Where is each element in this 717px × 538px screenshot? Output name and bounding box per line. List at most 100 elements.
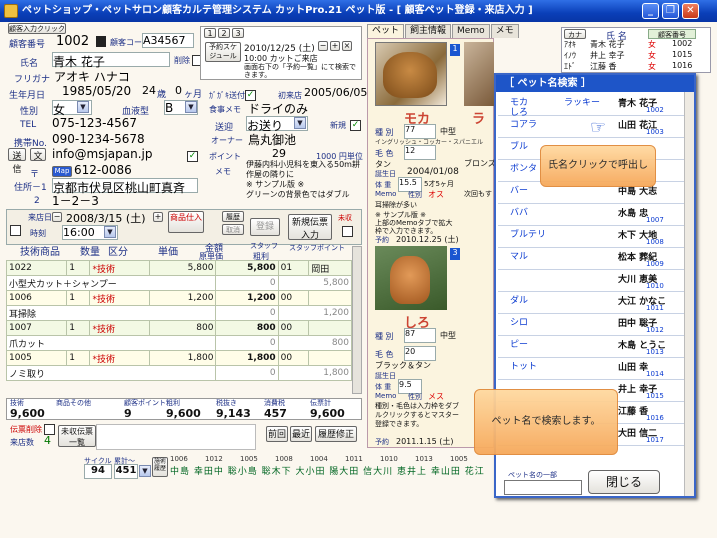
customer-input-button[interactable]: 顧客入力クリック <box>8 23 66 34</box>
new-slip-button[interactable]: 新規伝票入力 <box>288 214 332 241</box>
treatment-history-button[interactable]: 施術履歴 <box>152 457 168 477</box>
cell-code[interactable]: 1022 <box>5 260 68 276</box>
cell-amount[interactable]: 5,800 <box>215 260 279 276</box>
reservation-tab-3[interactable]: 3 <box>232 28 244 38</box>
reservation-tab-2[interactable]: 2 <box>218 28 230 38</box>
cell-staff[interactable]: 00 <box>277 350 310 366</box>
history-edit-button[interactable]: 履歴修正 <box>315 426 357 442</box>
goods-purchase-button[interactable]: 商品仕入 <box>168 211 204 233</box>
kana-tab[interactable]: カナ <box>564 29 586 39</box>
cell-code[interactable]: 1006 <box>5 290 68 306</box>
row-owner-name[interactable]: 水島 忠 <box>618 206 648 219</box>
cell-kind[interactable]: *技術 <box>89 260 150 276</box>
reservation-clear-button[interactable]: × <box>342 41 352 51</box>
name-field[interactable]: 青木 花子 <box>52 52 170 69</box>
history-code[interactable]: 1005 <box>450 455 485 463</box>
pet-search-row[interactable]: モカ しろ ラッキー 青木 花子 1002 <box>498 94 684 118</box>
food-field[interactable]: ドライのみ <box>248 100 308 117</box>
customer-list-row[interactable]: ｴﾄﾞ 江藤 香 女 1016 <box>562 61 710 72</box>
cell-staff[interactable]: 00 <box>277 320 310 336</box>
pet-search-row[interactable]: マル 松本 葬紀 1009 <box>498 248 684 270</box>
chevron-down-icon[interactable]: ▼ <box>294 117 306 129</box>
cell-price[interactable]: 5,800 <box>148 260 217 276</box>
history-code[interactable]: 1012 <box>205 455 240 463</box>
chevron-down-icon[interactable]: ▼ <box>139 465 151 477</box>
product-row[interactable]: 1006 1 *技術 1,200 1,200 00 <box>5 290 352 306</box>
customer-code-field[interactable]: A34567 <box>142 33 194 48</box>
register-button[interactable]: 登録 <box>250 218 280 236</box>
minimize-button[interactable]: _ <box>642 3 659 19</box>
reservation-plus-button[interactable]: + <box>330 41 340 51</box>
row-pet[interactable]: ブルテリ <box>510 227 546 240</box>
pet-search-row[interactable]: ダル 大江 かなこ 1011 <box>498 292 684 314</box>
cell-price[interactable]: 800 <box>148 320 217 336</box>
owner-field[interactable]: 鳥丸御池 <box>248 131 296 148</box>
history-button[interactable]: 履歴 <box>222 211 244 222</box>
pet3-kind-select[interactable]: 87 <box>404 328 436 343</box>
kana-field[interactable]: アオキ ハナコ <box>54 68 130 85</box>
pet-name-search-input[interactable] <box>504 480 582 495</box>
product-scrollbar[interactable] <box>352 246 362 394</box>
pet3-color-select[interactable]: 20 <box>404 346 436 361</box>
visit-minus-button[interactable]: − <box>52 212 62 222</box>
close-button[interactable]: ✕ <box>682 3 699 19</box>
cell-sname[interactable] <box>308 290 352 306</box>
pet-tab[interactable]: 飼主情報 <box>405 24 452 38</box>
history-code[interactable]: 1006 <box>170 455 205 463</box>
cell-qty[interactable]: 1 <box>66 350 91 366</box>
cell-sname[interactable] <box>308 320 352 336</box>
chevron-down-icon[interactable]: ▼ <box>185 101 197 113</box>
pet-tab[interactable]: メモ <box>490 24 519 38</box>
row-pet[interactable]: ババ <box>510 205 528 218</box>
recent-button[interactable]: 最近 <box>290 426 312 442</box>
cell-kind[interactable]: *技術 <box>89 350 150 366</box>
prev-button[interactable]: 前回 <box>266 426 288 442</box>
row-pet[interactable]: シロ <box>510 315 528 328</box>
email-field[interactable]: info@msjapan.jp <box>52 147 152 161</box>
pet-search-row[interactable]: 大川 恵美 1010 <box>498 270 684 292</box>
pet2-photo[interactable] <box>464 42 494 106</box>
pet3-reserve[interactable]: 2011.1.15 (土) <box>396 436 454 447</box>
customer-memo[interactable]: 伊藤内科小児科を東入る50m耕作屋の隣りに ※ サンプル版 ※ グリーンの背景色… <box>246 160 360 204</box>
zip-field[interactable]: 612-0086 <box>74 163 132 177</box>
visit-date-field[interactable]: 2008/3/15 (土) <box>66 210 145 226</box>
customer-list-row[interactable]: ｲﾉｳ 井上 幸子 女 1015 <box>562 50 710 61</box>
mobile-field[interactable]: 090-1234-5678 <box>52 132 145 146</box>
pet3-sex[interactable]: メス <box>428 391 444 402</box>
unpaid-list-button[interactable]: 未収伝票一覧 <box>58 425 96 447</box>
row-owner-name[interactable]: 山田 幸 <box>618 360 648 373</box>
cell-code[interactable]: 1007 <box>5 320 68 336</box>
map-button[interactable]: Map <box>52 166 72 177</box>
product-row[interactable]: 1005 1 *技術 1,800 1,800 00 <box>5 350 352 366</box>
reservation-minus-button[interactable]: − <box>318 41 328 51</box>
pet-search-row[interactable]: シロ 田中 聡子 1012 <box>498 314 684 336</box>
cell-kind[interactable]: *技術 <box>89 290 150 306</box>
product-row[interactable]: 1007 1 *技術 800 800 00 <box>5 320 352 336</box>
addr2-field[interactable]: 1－2－3 <box>52 192 99 209</box>
reservation-schedule-button[interactable]: 予約スケジュール <box>205 42 241 62</box>
pet-tab[interactable]: Memo <box>452 24 490 38</box>
cell-staff[interactable]: 00 <box>277 290 310 306</box>
chevron-down-icon[interactable]: ▼ <box>104 226 116 238</box>
cell-amount[interactable]: 1,800 <box>215 350 279 366</box>
pet-search-row[interactable]: ブルテリ 木下 大地 1008 <box>498 226 684 248</box>
product-row[interactable]: 1022 1 *技術 5,800 5,800 01 岡田 <box>5 260 352 276</box>
row-pet[interactable]: マル <box>510 249 528 262</box>
email-checkbox[interactable]: ✓ <box>187 151 198 162</box>
cell-amount[interactable]: 1,200 <box>215 290 279 306</box>
row-pet[interactable]: トット <box>510 359 537 372</box>
pet1-color-select[interactable]: 12 <box>404 145 436 160</box>
new-checkbox[interactable]: ✓ <box>350 120 361 131</box>
pet1-birth[interactable]: 2004/01/08 <box>407 167 459 177</box>
cell-kind[interactable]: *技術 <box>89 320 150 336</box>
mail-text-button[interactable]: 文 <box>30 148 46 162</box>
first-visit-field[interactable]: 2005/06/05 <box>304 86 367 99</box>
cell-price[interactable]: 1,200 <box>148 290 217 306</box>
row-pet-mid[interactable]: ラッキー <box>564 95 600 108</box>
cell-price[interactable]: 1,800 <box>148 350 217 366</box>
tel-field[interactable]: 075-123-4567 <box>52 116 137 130</box>
pet-tab[interactable]: ペット <box>367 24 405 38</box>
cell-amount[interactable]: 800 <box>215 320 279 336</box>
visit-checkbox[interactable] <box>10 225 21 236</box>
history-code[interactable]: 1010 <box>380 455 415 463</box>
